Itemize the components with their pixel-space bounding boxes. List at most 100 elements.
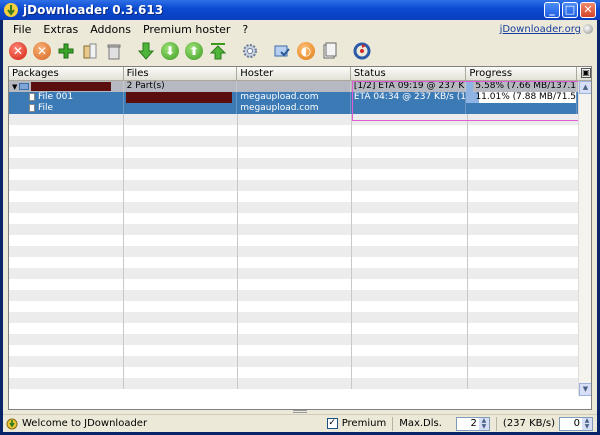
download-icon [137,42,155,60]
empty-cell [9,125,124,136]
jdownloader-logo-icon [4,3,18,17]
minimize-button[interactable]: _ [544,2,560,18]
empty-cell [238,224,352,235]
vertical-scrollbar[interactable]: ▲ ▼ [578,81,591,396]
website-link[interactable]: jDownloader.org [500,24,581,35]
empty-cell [468,246,579,257]
table-row-empty[interactable] [9,356,591,367]
settings-button[interactable] [239,40,261,62]
column-header-files[interactable]: Files [124,67,238,80]
table-row-empty[interactable] [9,378,591,389]
table-row-empty[interactable] [9,257,591,268]
speed-limit-value: 0 [573,418,580,429]
table-row-empty[interactable] [9,334,591,345]
column-header-packages[interactable]: Packages [9,67,124,80]
table-row-file[interactable]: File megaupload.com [9,103,591,114]
menu-premium-hoster[interactable]: Premium hoster [137,23,236,36]
empty-cell [9,345,124,356]
pause-button[interactable]: ◐ [295,40,317,62]
move-down-button[interactable]: ⬇ [159,40,181,62]
table-row-empty[interactable] [9,323,591,334]
menu-addons[interactable]: Addons [84,23,137,36]
empty-cell [468,301,579,312]
table-row-package[interactable]: ▼ 2 Part(s) [1/2] ETA 09:19 @ 237 KB/s 5… [9,81,591,92]
spinner-arrows-icon[interactable]: ▲ ▼ [582,417,592,430]
table-row-empty[interactable] [9,367,591,378]
premium-checkbox[interactable]: ✓ [326,418,338,429]
move-top-button[interactable] [207,40,229,62]
table-row-empty[interactable] [9,213,591,224]
speed-limit-spinner[interactable]: 0 ▲ ▼ [559,416,593,431]
max-downloads-value: 2 [470,418,477,429]
stop-all-button[interactable]: ✕ [7,40,29,62]
column-chooser-button[interactable]: ▣ [577,67,591,80]
table-row-file[interactable]: File 001 megaupload.com ETA 04:34 @ 237 … [9,92,591,103]
table-row-empty[interactable] [9,345,591,356]
table-row-empty[interactable] [9,246,591,257]
empty-cell [124,367,238,378]
table-row-empty[interactable] [9,301,591,312]
max-downloads-spinner[interactable]: 2 ▲ ▼ [455,416,490,431]
empty-cell [9,268,124,279]
empty-cell [9,356,124,367]
table-row-empty[interactable] [9,202,591,213]
splitter-handle[interactable] [293,410,307,413]
scroll-up-arrow-icon[interactable]: ▲ [579,81,591,94]
empty-cell [468,125,579,136]
table-row-empty[interactable] [9,136,591,147]
table-row-empty[interactable] [9,279,591,290]
spinner-arrows-icon[interactable]: ▲ ▼ [478,417,489,430]
clipboard-button[interactable] [79,40,101,62]
empty-cell [9,169,124,180]
table-row-empty[interactable] [9,169,591,180]
table-row-empty[interactable] [9,312,591,323]
column-header-hoster[interactable]: Hoster [237,67,351,80]
table-row-empty[interactable] [9,290,591,301]
cancel-button[interactable]: ✕ [31,40,53,62]
download-table[interactable]: Packages Files Hoster Status Progress ▣ … [8,66,592,410]
column-header-progress[interactable]: Progress [466,67,578,80]
table-row-empty[interactable] [9,147,591,158]
cancel-icon: ✕ [33,42,51,60]
table-row-empty[interactable] [9,125,591,136]
menu-file[interactable]: File [7,23,37,36]
close-button[interactable]: ✕ [580,2,596,18]
collapse-arrow-icon[interactable]: ▼ [12,82,17,93]
log-button[interactable] [319,40,341,62]
column-header-status[interactable]: Status [351,67,467,80]
empty-cell [352,257,468,268]
table-row-empty[interactable] [9,235,591,246]
empty-cell [352,114,468,125]
maximize-button[interactable]: □ [562,2,578,18]
table-row-empty[interactable] [9,158,591,169]
table-row-empty[interactable] [9,180,591,191]
empty-cell [124,191,238,202]
move-up-button[interactable]: ⬆ [183,40,205,62]
table-row-empty[interactable] [9,268,591,279]
empty-cell [352,345,468,356]
add-links-button[interactable] [55,40,77,62]
title-bar[interactable]: jDownloader 0.3.613 _ □ ✕ [0,0,600,20]
update-button[interactable] [351,40,373,62]
table-row-empty[interactable] [9,224,591,235]
empty-cell [9,213,124,224]
empty-cell [352,367,468,378]
empty-cell [352,356,468,367]
menu-extras[interactable]: Extras [37,23,84,36]
empty-cell [468,345,579,356]
empty-cell [468,268,579,279]
table-row-empty[interactable] [9,114,591,125]
menu-help[interactable]: ? [236,23,254,36]
empty-cell [468,334,579,345]
table-row-empty[interactable] [9,191,591,202]
empty-cell [9,158,124,169]
empty-cell [352,202,468,213]
scroll-down-arrow-icon[interactable]: ▼ [579,383,591,396]
trash-button[interactable] [103,40,125,62]
reconnect-button[interactable] [271,40,293,62]
empty-cell [9,290,124,301]
start-download-button[interactable] [135,40,157,62]
empty-cell [352,279,468,290]
column-chooser-icon: ▣ [581,68,591,78]
empty-cell [352,378,468,389]
